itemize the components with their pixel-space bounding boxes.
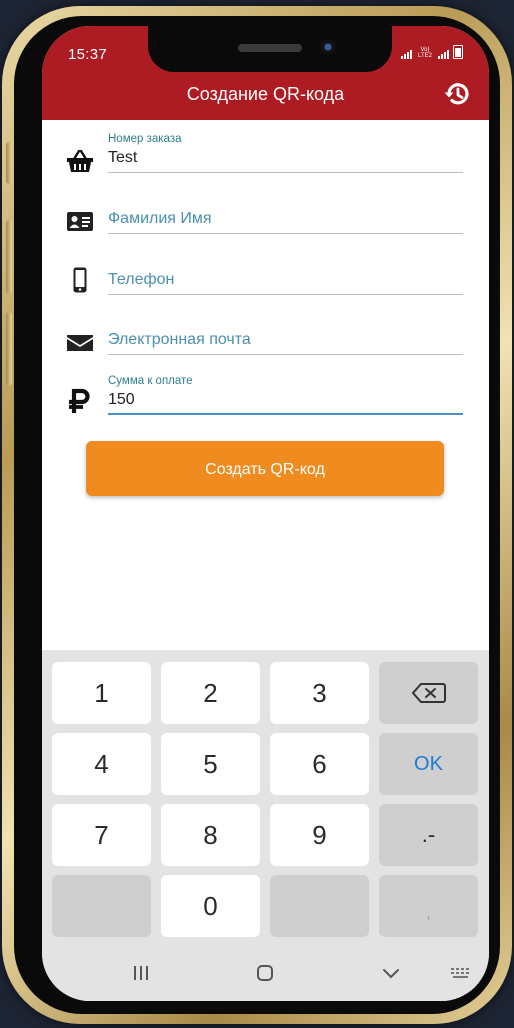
key-4[interactable]: 4 <box>52 733 151 795</box>
speaker-grille <box>238 44 302 52</box>
amount-label: Сумма к оплате <box>108 375 193 387</box>
blank-key <box>52 875 151 937</box>
backspace-icon <box>411 683 446 703</box>
phone-screen: 15:37 Vo) LTE2 Создание QR-кода Номер за… <box>42 26 489 1001</box>
email-placeholder[interactable]: Электронная почта <box>108 329 463 351</box>
envelope-icon <box>67 335 93 351</box>
key-7[interactable]: 7 <box>52 804 151 866</box>
status-bar: 15:37 Vo) LTE2 <box>42 26 489 80</box>
create-qr-button[interactable]: Создать QR-код <box>86 441 444 496</box>
signal-icon <box>401 50 412 59</box>
key-1[interactable]: 1 <box>52 662 151 724</box>
key-6[interactable]: 6 <box>270 733 369 795</box>
signal-icon-secondary <box>438 50 449 59</box>
phone-field[interactable]: Телефон <box>108 255 463 295</box>
page-title: Создание QR-кода <box>186 84 345 104</box>
status-icons: Vo) LTE2 <box>401 45 463 59</box>
smartphone-icon <box>73 267 87 293</box>
order-number-value[interactable]: Test <box>108 147 463 169</box>
volume-button-down <box>6 312 12 386</box>
order-number-field[interactable]: Номер заказа Test <box>108 133 463 173</box>
blank-key-2 <box>270 875 369 937</box>
order-number-underline <box>108 172 463 173</box>
key-8[interactable]: 8 <box>161 804 260 866</box>
key-2[interactable]: 2 <box>161 662 260 724</box>
email-field[interactable]: Электронная почта <box>108 315 463 355</box>
amount-value[interactable]: 150 <box>108 389 463 411</box>
phone-underline <box>108 294 463 295</box>
network-type-label: Vo) LTE2 <box>418 47 432 59</box>
dot-minus-key[interactable]: .- <box>379 804 478 866</box>
order-number-label: Номер заказа <box>108 133 182 145</box>
full-name-underline <box>108 233 463 234</box>
recent-apps-icon[interactable] <box>132 964 150 982</box>
phone-placeholder[interactable]: Телефон <box>108 269 463 291</box>
ok-key[interactable]: OK <box>379 733 478 795</box>
back-chevron-icon[interactable] <box>382 964 400 982</box>
comma-key[interactable]: , <box>379 875 478 937</box>
full-name-placeholder[interactable]: Фамилия Имя <box>108 208 463 230</box>
full-name-field[interactable]: Фамилия Имя <box>108 194 463 234</box>
battery-icon <box>453 45 463 59</box>
keyboard-icon[interactable] <box>450 964 472 982</box>
email-underline <box>108 354 463 355</box>
navigation-bar <box>42 950 489 1001</box>
status-time: 15:37 <box>68 46 108 63</box>
id-card-icon <box>67 212 93 231</box>
backspace-key[interactable] <box>379 662 478 724</box>
app-bar: Создание QR-кода <box>42 80 489 120</box>
key-0[interactable]: 0 <box>161 875 260 937</box>
key-5[interactable]: 5 <box>161 733 260 795</box>
volume-button-top <box>6 142 12 184</box>
numeric-keyboard: 1 2 3 4 5 6 OK 7 8 9 .- 0 , <box>42 650 489 950</box>
home-icon[interactable] <box>256 964 274 982</box>
volume-button-up <box>6 220 12 294</box>
amount-underline <box>108 413 463 415</box>
front-camera <box>320 39 336 55</box>
camera-notch <box>148 26 392 72</box>
amount-field[interactable]: Сумма к оплате 150 <box>108 375 463 415</box>
ruble-icon <box>69 388 90 413</box>
history-icon[interactable] <box>443 80 471 108</box>
key-3[interactable]: 3 <box>270 662 369 724</box>
key-9[interactable]: 9 <box>270 804 369 866</box>
basket-icon <box>67 149 93 172</box>
